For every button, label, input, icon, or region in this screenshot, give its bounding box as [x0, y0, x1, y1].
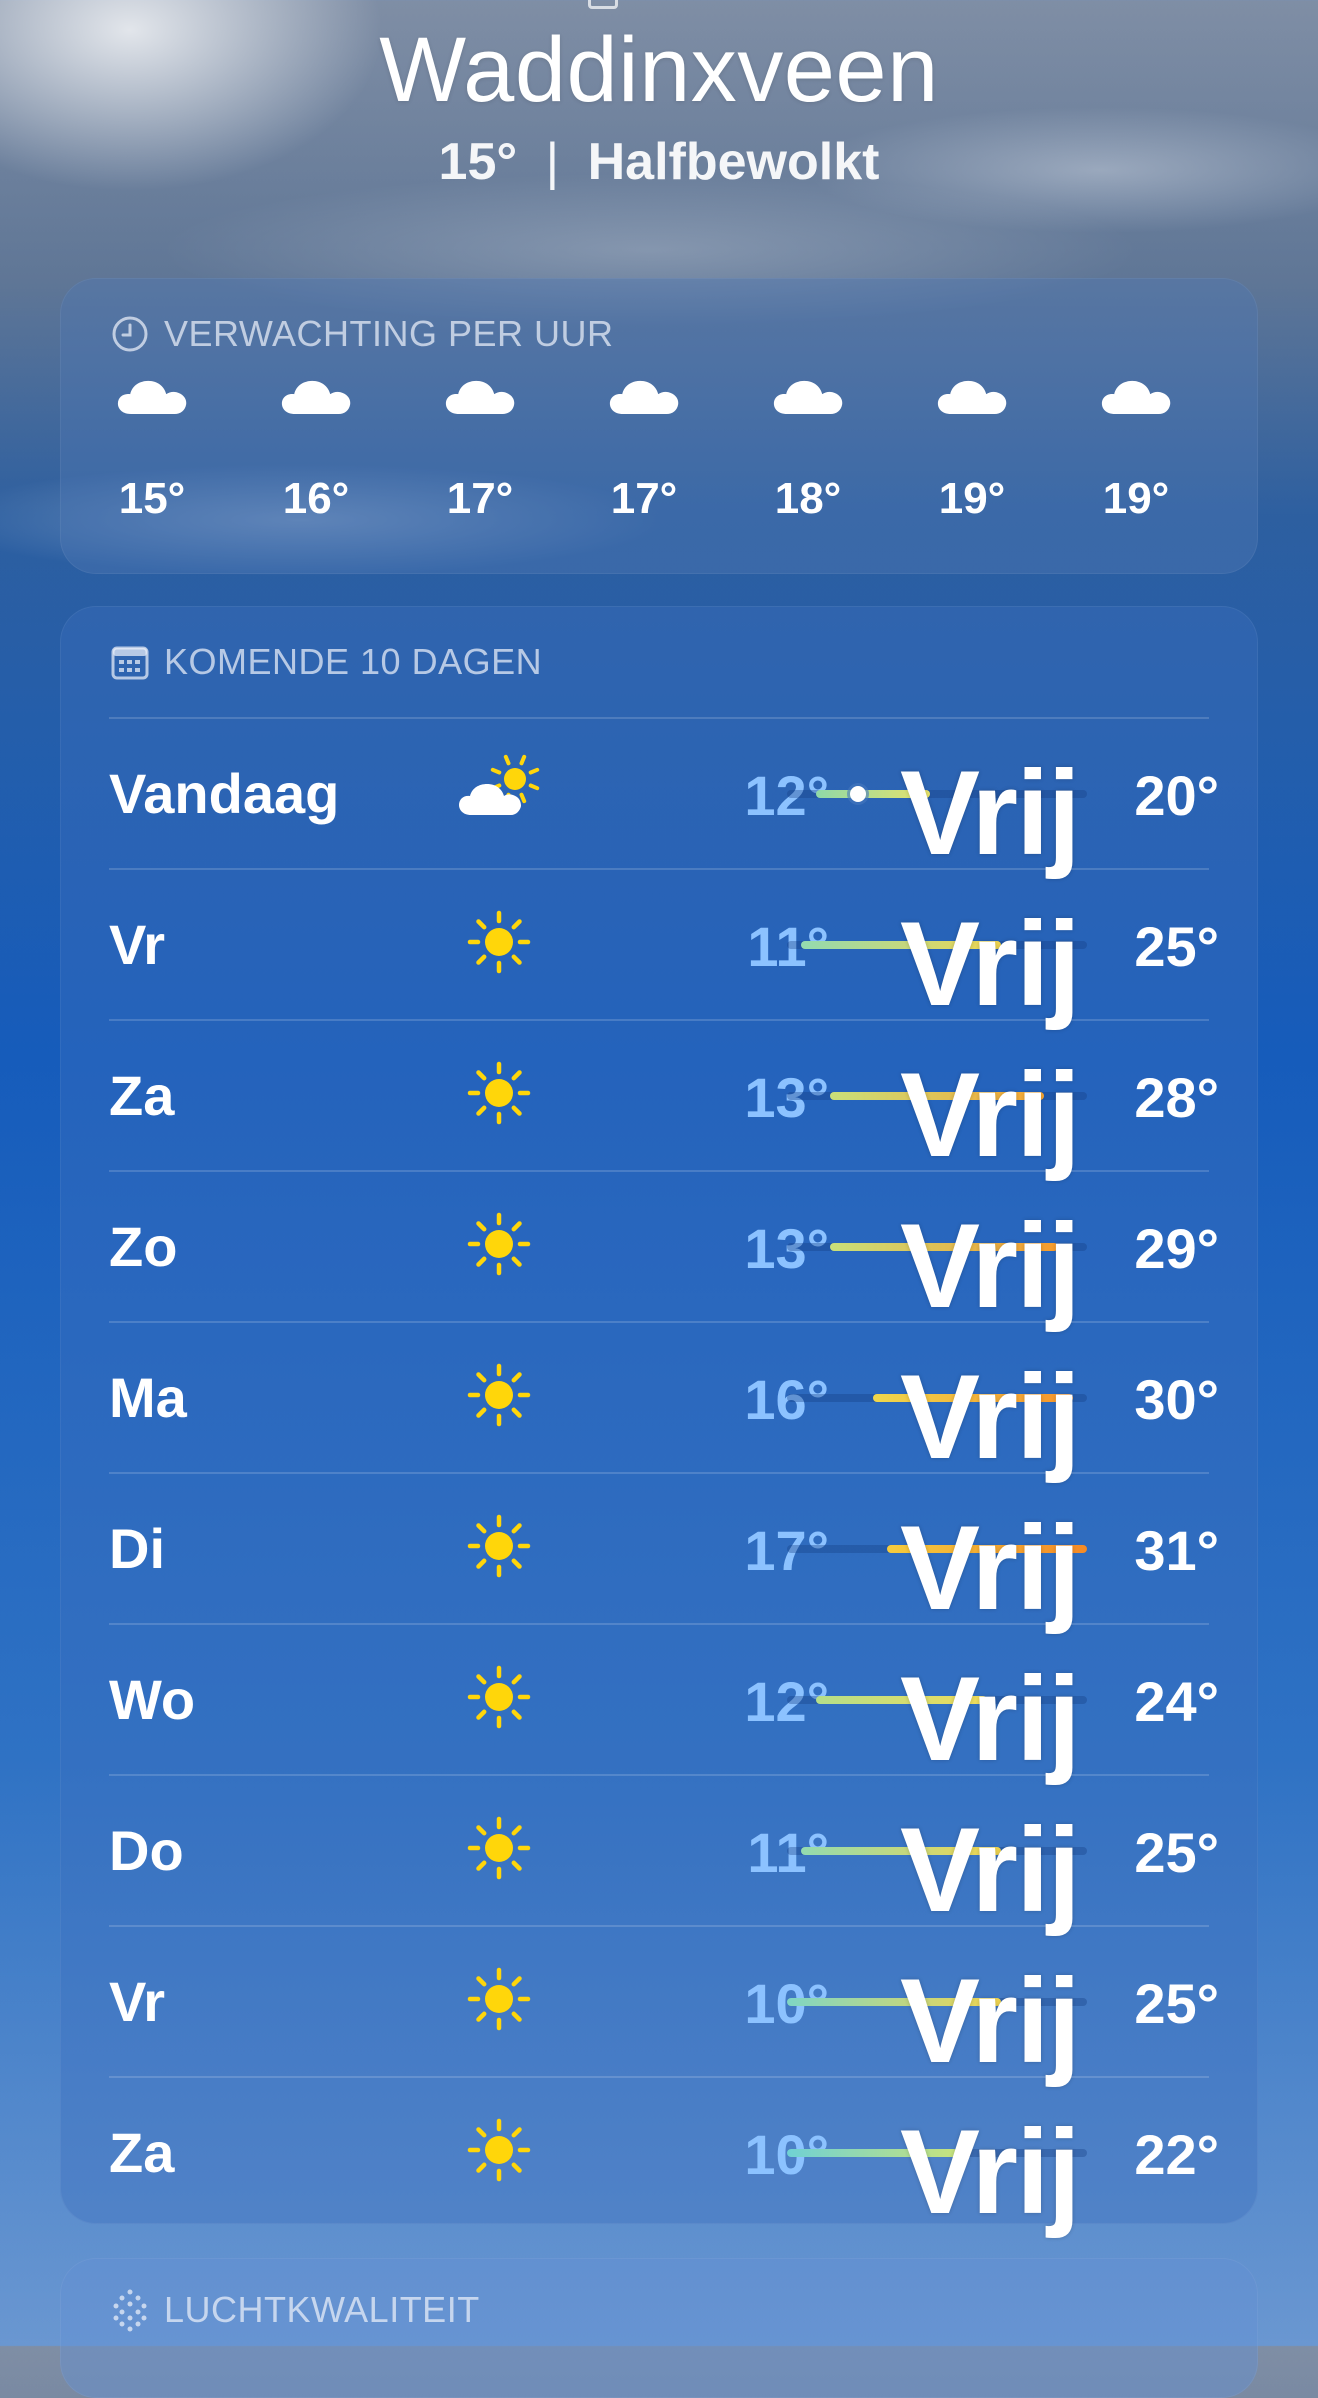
- hourly-header-label: VERWACHTING PER UUR: [164, 313, 614, 354]
- cloud-icon: [1100, 378, 1172, 421]
- row-divider: [109, 1472, 1209, 1474]
- daily-header: KOMENDE 10 DAGEN: [110, 640, 542, 684]
- daily-row[interactable]: Di 17° Vrij 31°: [109, 1472, 1271, 1628]
- day-name: Za: [109, 2121, 175, 2184]
- high-temperature: 25°: [1134, 1821, 1219, 1884]
- hourly-item: 17°: [589, 378, 699, 523]
- day-name: Vr: [109, 913, 166, 976]
- daily-row[interactable]: Wo 12° Vrij 24°: [109, 1623, 1271, 1779]
- daily-row[interactable]: Ma 16° Vrij 30°: [109, 1321, 1271, 1477]
- current-condition: Halfbewolkt: [587, 133, 880, 191]
- row-divider: [109, 717, 1209, 719]
- calendar-icon: [111, 646, 149, 680]
- high-temperature: 29°: [1134, 1217, 1219, 1280]
- high-temperature: 31°: [1134, 1519, 1219, 1582]
- daily-row[interactable]: Zo 13° Vrij 29°: [109, 1170, 1271, 1326]
- high-temperature: 30°: [1134, 1368, 1219, 1431]
- sun-icon: [467, 1967, 557, 2047]
- sun-icon: [467, 1514, 557, 1594]
- sun-icon: [467, 1665, 557, 1745]
- row-divider: [109, 1925, 1209, 1927]
- hourly-header: VERWACHTING PER UUR: [110, 312, 614, 356]
- day-name: Do: [109, 1819, 184, 1882]
- day-name: Vr: [109, 1970, 166, 2033]
- hourly-item: 19°: [1081, 378, 1191, 523]
- air-quality-icon: [113, 2289, 147, 2332]
- day-name: Di: [109, 1517, 165, 1580]
- daily-row[interactable]: Vandaag 12° Vrij 20°: [109, 717, 1271, 873]
- hourly-forecast-card[interactable]: VERWACHTING PER UUR 15° 16° 17° 17° 18° 19° 19…: [60, 278, 1258, 574]
- high-temperature: 22°: [1134, 2123, 1219, 2186]
- high-temperature: 20°: [1134, 764, 1219, 827]
- high-temperature: 25°: [1134, 915, 1219, 978]
- hourly-item: 15°: [97, 378, 207, 523]
- sun-icon: [467, 1061, 557, 1141]
- row-divider: [109, 1170, 1209, 1172]
- day-name: Za: [109, 1064, 175, 1127]
- cloud-icon: [772, 378, 844, 421]
- row-divider: [109, 1321, 1209, 1323]
- cloud-icon: [608, 378, 680, 421]
- cloud-icon: [116, 378, 188, 421]
- summary-separator: |: [545, 133, 560, 191]
- air-quality-label: LUCHTKWALITEIT: [164, 2289, 480, 2330]
- hourly-temperature: 15°: [118, 474, 186, 523]
- sun-icon: [467, 1212, 557, 1292]
- day-name: Ma: [109, 1366, 187, 1429]
- high-temperature: 24°: [1134, 1670, 1219, 1733]
- day-name: Zo: [109, 1215, 178, 1278]
- hourly-temperature: 19°: [938, 474, 1006, 523]
- day-name: Vandaag: [109, 762, 340, 825]
- hourly-item: 19°: [917, 378, 1027, 523]
- day-name: Wo: [109, 1668, 196, 1731]
- clock-icon: [112, 316, 148, 352]
- hourly-item: 16°: [261, 378, 371, 523]
- high-temperature: 25°: [1134, 1972, 1219, 2035]
- sun-icon: [467, 2118, 557, 2198]
- daily-row[interactable]: Za 13° Vrij 28°: [109, 1019, 1271, 1175]
- daily-row[interactable]: Do 11° Vrij 25°: [109, 1774, 1271, 1930]
- row-divider: [109, 1019, 1209, 1021]
- status-bar-fragment: [588, 0, 618, 9]
- high-temperature: 28°: [1134, 1066, 1219, 1129]
- sun-icon: [467, 1363, 557, 1443]
- current-temperature-dot: [850, 786, 867, 802]
- hourly-temperature: 17°: [610, 474, 678, 523]
- cloud-icon: [280, 378, 352, 421]
- air-quality-card[interactable]: LUCHTKWALITEIT: [60, 2258, 1258, 2398]
- row-divider: [109, 1623, 1209, 1625]
- hourly-temperature: 18°: [774, 474, 842, 523]
- hourly-item: 18°: [753, 378, 863, 523]
- air-quality-header: LUCHTKWALITEIT: [110, 2288, 480, 2332]
- daily-row[interactable]: Vr 10° Vrij 25°: [109, 1925, 1271, 2081]
- daily-header-label: KOMENDE 10 DAGEN: [164, 641, 543, 682]
- city-name: Waddinxveen: [379, 19, 939, 121]
- row-divider: [109, 868, 1209, 870]
- sun-icon: [467, 1816, 557, 1896]
- hourly-temperature: 16°: [282, 474, 350, 523]
- hourly-temperature: 17°: [446, 474, 514, 523]
- cloud-icon: [444, 378, 516, 421]
- row-divider: [109, 1774, 1209, 1776]
- cloud-icon: [936, 378, 1008, 421]
- sun-icon: [467, 910, 557, 990]
- current-temperature: 15°: [438, 133, 518, 191]
- daily-forecast-card[interactable]: KOMENDE 10 DAGEN Vandaag 12° Vrij 20° Vr 11° V…: [60, 606, 1258, 2232]
- partly-sunny-icon: [457, 753, 547, 833]
- hourly-temperature: 19°: [1102, 474, 1170, 523]
- current-summary: 15° | Halfbewolkt: [0, 132, 1318, 192]
- row-divider: [109, 2076, 1209, 2078]
- hourly-item: 17°: [425, 378, 535, 523]
- daily-row[interactable]: Vr 11° Vrij 25°: [109, 868, 1271, 1024]
- daily-row[interactable]: Za 10° Vrij 22°: [109, 2076, 1271, 2232]
